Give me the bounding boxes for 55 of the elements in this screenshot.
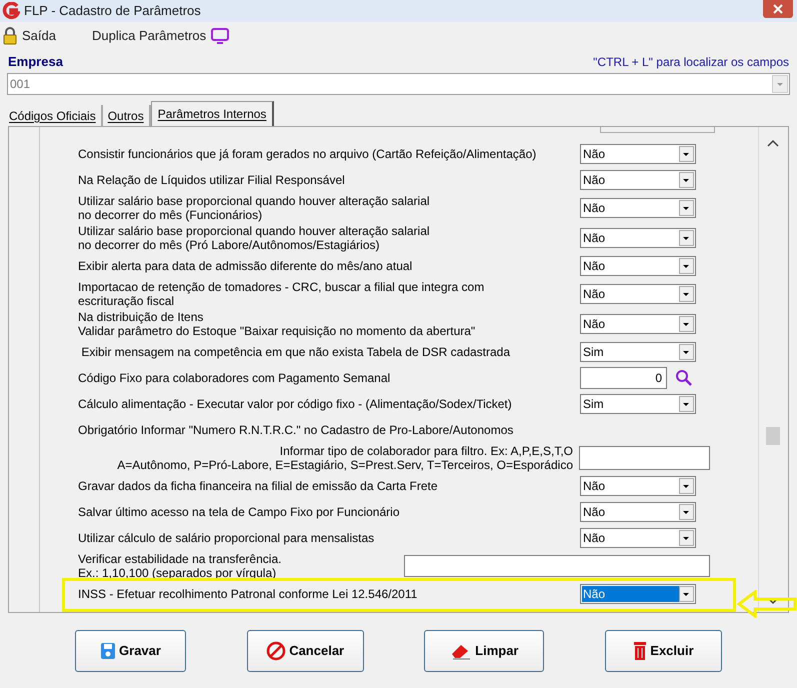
dropdown[interactable]: Não — [580, 284, 696, 304]
dropdown[interactable]: Não — [580, 170, 696, 190]
clear-button[interactable]: Limpar — [424, 630, 544, 672]
parameter-label: Utilizar salário base proporcional quando houver alteração salarial no decorrer do mês (Funcionários) — [78, 194, 431, 222]
close-button[interactable] — [763, 0, 793, 18]
parameter-label: Utilizar cálculo de salário proporcional para mensalistas — [78, 531, 376, 545]
close-icon — [773, 4, 783, 14]
trash-can-icon — [633, 641, 648, 661]
parameter-label: INSS - Efetuar recolhimento Patronal conforme Lei 12.546/2011 — [78, 587, 418, 601]
cancel-button[interactable]: Cancelar — [246, 630, 364, 672]
dropdown[interactable]: Não — [580, 228, 696, 248]
hint-text: "CTRL + L" para localizar os campos — [593, 54, 789, 71]
search-icon[interactable] — [675, 369, 693, 387]
toolbar-link[interactable]: Duplica Parâmetros — [92, 26, 206, 46]
parameter-label: Exibir alerta para data de admissão diferente do mês/ano atual — [78, 259, 414, 273]
toolbar-link[interactable]: Saída — [22, 26, 56, 46]
dropdown[interactable]: Não — [580, 314, 696, 334]
parameter-label: Utilizar salário base proporcional quando houver alteração salarial no decorrer do mês (Pró Labore/Autônomos/Estagiários) — [78, 224, 431, 252]
parameter-label: Obrigatório Informar "Numero R.N.T.R.C." no Cadastro de Pro-Labore/Autonomos — [78, 423, 514, 437]
parameter-label: Na Relação de Líquidos utilizar Filial Responsável — [78, 173, 346, 187]
window-title: FLP - Cadastro de Parâmetros — [24, 2, 201, 20]
field-label: Empresa — [8, 52, 63, 71]
save-button[interactable]: Gravar — [75, 630, 186, 672]
parameter-label: Na distribuição de Itens Validar parâmetro do Estoque "Baixar requisição no momento da abertura" — [78, 310, 476, 338]
dropdown[interactable]: Não — [580, 256, 696, 276]
app-logo-icon — [2, 2, 20, 20]
parameter-label: Gravar dados da ficha financeira na filial de emissão da Carta Frete — [78, 479, 439, 493]
empresa-combobox[interactable]: 001 — [7, 73, 790, 95]
dropdown[interactable]: Não — [580, 502, 696, 522]
monitor-icon — [210, 27, 230, 45]
tab[interactable]: Parâmetros Internos — [150, 101, 274, 126]
parameter-label: Consistir funcionários que já foram gerados no arquivo (Cartão Refeição/Alimentação) — [78, 147, 538, 161]
delete-button[interactable]: Excluir — [604, 630, 722, 672]
scroll-up-icon[interactable] — [767, 139, 779, 147]
parameter-label: Salvar último acesso na tela de Campo Fixo por Funcionário — [78, 505, 400, 519]
prohibited-icon — [266, 641, 286, 661]
dropdown[interactable]: Não — [580, 198, 696, 218]
dropdown[interactable]: Não — [580, 476, 696, 496]
parameter-label: Informar tipo de colaborador para filtro. Ex: A,P,E,S,T,O A=Autônomo, P=Pró-Labore, E=Estagiário, S=Prest.Serv, T=Terceiros, O=Esporádico — [117, 444, 573, 472]
parameter-label: Código Fixo para colaboradores com Pagamento Semanal — [78, 371, 392, 385]
scroll-thumb[interactable] — [766, 427, 780, 445]
dropdown[interactable]: Não — [580, 528, 696, 548]
parameter-label: Cálculo alimentação - Executar valor por código fixo - (Alimentação/Sodex/Ticket) — [78, 397, 513, 411]
dropdown[interactable]: Sim — [580, 394, 696, 414]
number-field[interactable]: 0 — [580, 367, 667, 389]
dropdown[interactable]: Sim — [580, 342, 696, 362]
input-field[interactable] — [404, 555, 710, 577]
parameter-label: Importacao de retenção de tomadores - CRC, buscar a filial que integra com escrituração fiscal — [78, 280, 486, 308]
pointer-arrow-icon — [737, 590, 797, 618]
input-field[interactable] — [579, 446, 710, 470]
dropdown[interactable]: Não — [580, 144, 696, 164]
padlock-icon — [2, 27, 18, 45]
eraser-icon — [450, 642, 472, 660]
parameter-label: Exibir mensagem na competência em que não exista Tabela de DSR cadastrada — [80, 345, 512, 359]
dropdown[interactable]: Não — [580, 584, 696, 604]
